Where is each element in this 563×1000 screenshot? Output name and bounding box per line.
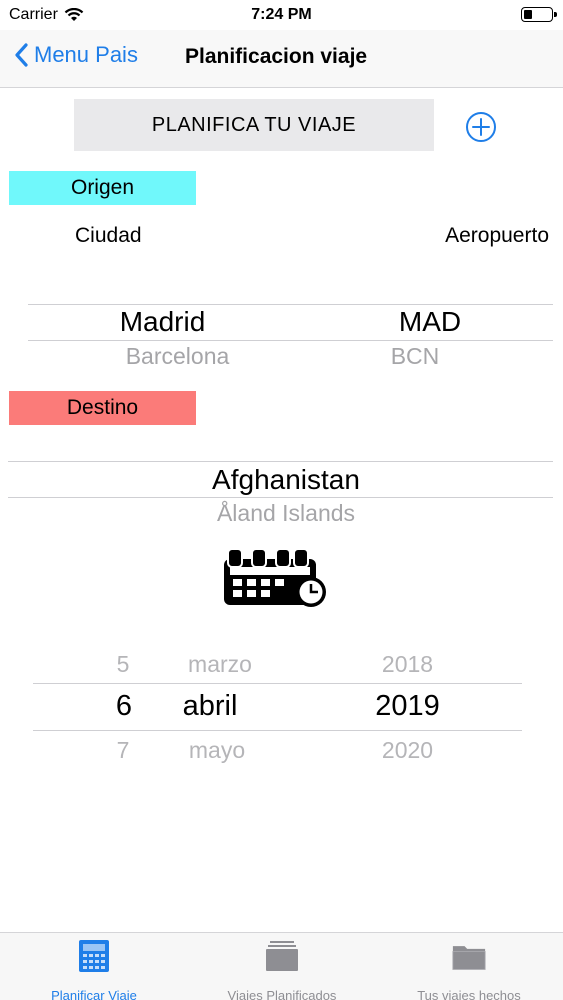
tab-tus-viajes-hechos[interactable]: Tus viajes hechos [375,939,563,1000]
picker-divider [33,730,522,731]
chevron-left-icon [15,43,28,67]
picker-divider [8,497,553,498]
tab-planificar-viaje[interactable]: Planificar Viaje [0,939,188,1000]
clock: 7:24 PM [251,6,312,23]
destino-country-selected[interactable]: Afghanistan [0,464,563,496]
origen-label: Origen [9,171,196,205]
calculator-icon [79,940,109,972]
year-option[interactable]: 2018 [350,651,465,678]
day-option[interactable]: 5 [103,651,143,678]
day-option[interactable]: 7 [103,737,143,764]
picker-divider [33,683,522,684]
battery-icon [521,7,557,22]
origen-airport-option[interactable]: BCN [335,343,495,370]
tab-viajes-planificados[interactable]: Viajes Planificados [188,939,376,1000]
ciudad-header: Ciudad [75,224,142,247]
origen-airport-selected[interactable]: MAD [350,306,510,338]
picker-divider [28,304,553,305]
destino-country-option[interactable]: Åland Islands [0,500,563,527]
add-circle-icon[interactable] [465,111,497,143]
day-selected[interactable]: 6 [103,690,145,723]
destino-label: Destino [9,391,196,425]
tab-label: Tus viajes hechos [417,988,521,1000]
tab-label: Viajes Planificados [227,988,337,1000]
origen-city-option[interactable]: Barcelona [80,343,275,370]
year-option[interactable]: 2020 [350,737,465,764]
tab-label: Planificar Viaje [51,988,137,1000]
calendar-clock-icon [224,548,326,607]
back-button[interactable]: Menu Pais [14,42,138,68]
year-selected[interactable]: 2019 [350,690,465,723]
month-option[interactable]: marzo [160,651,280,678]
picker-divider [8,461,553,462]
month-selected[interactable]: abril [150,690,270,723]
folder-icon [452,946,486,970]
stack-icon [266,941,298,971]
back-label: Menu Pais [34,42,138,67]
page-title: Planificacion viaje [185,45,368,68]
status-bar: Carrier 7:24 PM [0,0,563,30]
aeropuerto-header: Aeropuerto [445,224,549,247]
month-option[interactable]: mayo [157,737,277,764]
plan-trip-button[interactable]: PLANIFICA TU VIAJE [74,99,434,151]
origen-city-selected[interactable]: Madrid [80,306,245,338]
navigation-bar: Menu Pais Planificacion viaje [0,30,563,88]
tab-bar: Planificar Viaje Viajes Planificados Tus… [0,932,563,1000]
picker-divider [28,340,553,341]
